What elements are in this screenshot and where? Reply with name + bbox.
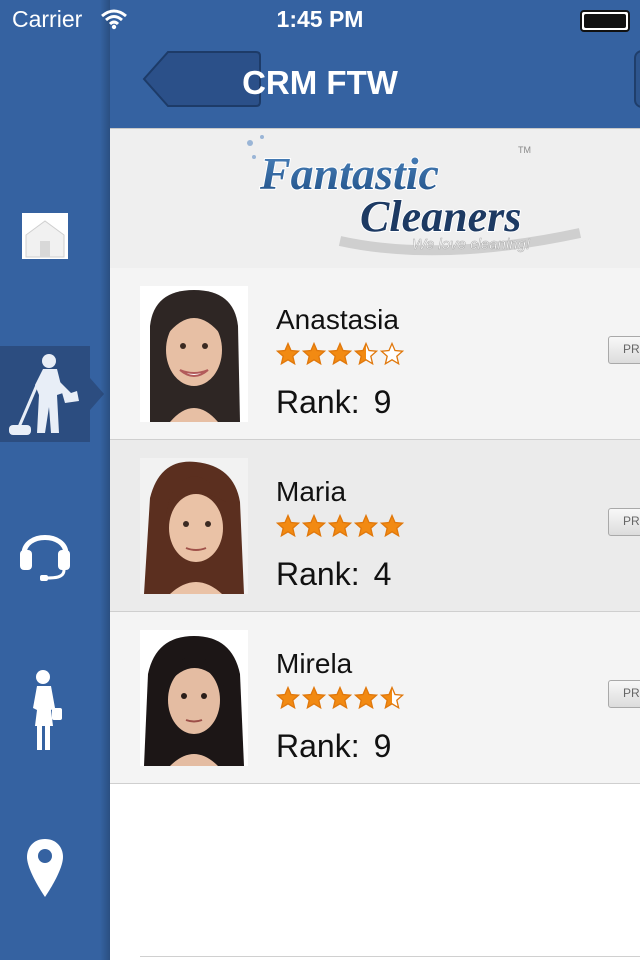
star-full-icon <box>276 342 300 366</box>
brand-logo: Fantastic Cleaners TM We love cleaning! <box>247 135 582 256</box>
rank-label: Rank: <box>276 728 360 764</box>
location-pin-icon <box>27 839 63 897</box>
rank: Rank: 4 <box>276 556 391 593</box>
avatar <box>140 286 248 422</box>
list-item[interactable]: Anastasia Rank: 9 PR <box>110 268 640 440</box>
profile-button[interactable]: PR <box>608 508 640 536</box>
sidebar-item-home[interactable] <box>0 188 90 284</box>
list-item[interactable]: Mirela Rank: 9 PR <box>110 612 640 784</box>
star-full-icon <box>302 514 326 538</box>
page-title: CRM FTW <box>242 64 398 101</box>
star-full-icon <box>302 342 326 366</box>
star-full-icon <box>276 686 300 710</box>
employee-name: Anastasia <box>276 304 399 335</box>
status-bar: Carrier 1:45 PM <box>0 0 640 40</box>
profile-button[interactable]: PR <box>608 336 640 364</box>
battery-icon <box>580 10 630 32</box>
headset-icon <box>20 535 70 581</box>
rank-value: 4 <box>373 556 392 592</box>
businesswoman-icon <box>33 670 62 750</box>
logo-banner: Fantastic Cleaners TM We love cleaning! <box>110 128 640 268</box>
employee-list: Anastasia Rank: 9 PR Maria Rank: 4 PR Mi… <box>110 268 640 784</box>
svg-text:Cleaners: Cleaners <box>360 192 521 241</box>
sidebar-item-staff[interactable] <box>0 662 90 758</box>
svg-text:TM: TM <box>518 145 531 155</box>
star-half-icon <box>354 342 378 366</box>
star-full-icon <box>328 686 352 710</box>
star-full-icon <box>354 686 378 710</box>
employee-name: Maria <box>276 476 347 507</box>
divider <box>140 956 640 957</box>
main-panel: CRM FTW Fantastic Cleaners TM We love cl… <box>110 0 640 960</box>
star-full-icon <box>328 514 352 538</box>
star-full-icon <box>380 514 404 538</box>
star-rating <box>276 686 404 710</box>
clock: 1:45 PM <box>276 6 364 32</box>
rank: Rank: 9 <box>276 728 391 765</box>
sidebar-item-location[interactable] <box>0 820 90 916</box>
star-half-icon <box>380 686 404 710</box>
star-rating <box>276 342 404 366</box>
sidebar <box>0 0 110 960</box>
star-full-icon <box>354 514 378 538</box>
avatar <box>140 458 248 594</box>
star-full-icon <box>276 514 300 538</box>
rank-label: Rank: <box>276 384 360 420</box>
avatar <box>140 630 248 766</box>
star-full-icon <box>302 686 326 710</box>
star-empty-icon <box>380 342 404 366</box>
rank: Rank: 9 <box>276 384 391 421</box>
rank-label: Rank: <box>276 556 360 592</box>
cleaner-icon <box>9 354 79 435</box>
svg-text:We love cleaning!: We love cleaning! <box>412 236 531 253</box>
profile-button[interactable]: PR <box>608 680 640 708</box>
employee-name: Mirela <box>276 648 353 679</box>
rank-value: 9 <box>373 384 392 420</box>
star-full-icon <box>328 342 352 366</box>
star-rating <box>276 514 404 538</box>
sidebar-item-cleaners[interactable] <box>0 346 90 442</box>
list-item[interactable]: Maria Rank: 4 PR <box>110 440 640 612</box>
menu-button[interactable] <box>634 50 640 108</box>
home-icon <box>22 213 68 259</box>
rank-value: 9 <box>373 728 392 764</box>
sidebar-item-support[interactable] <box>0 504 90 600</box>
